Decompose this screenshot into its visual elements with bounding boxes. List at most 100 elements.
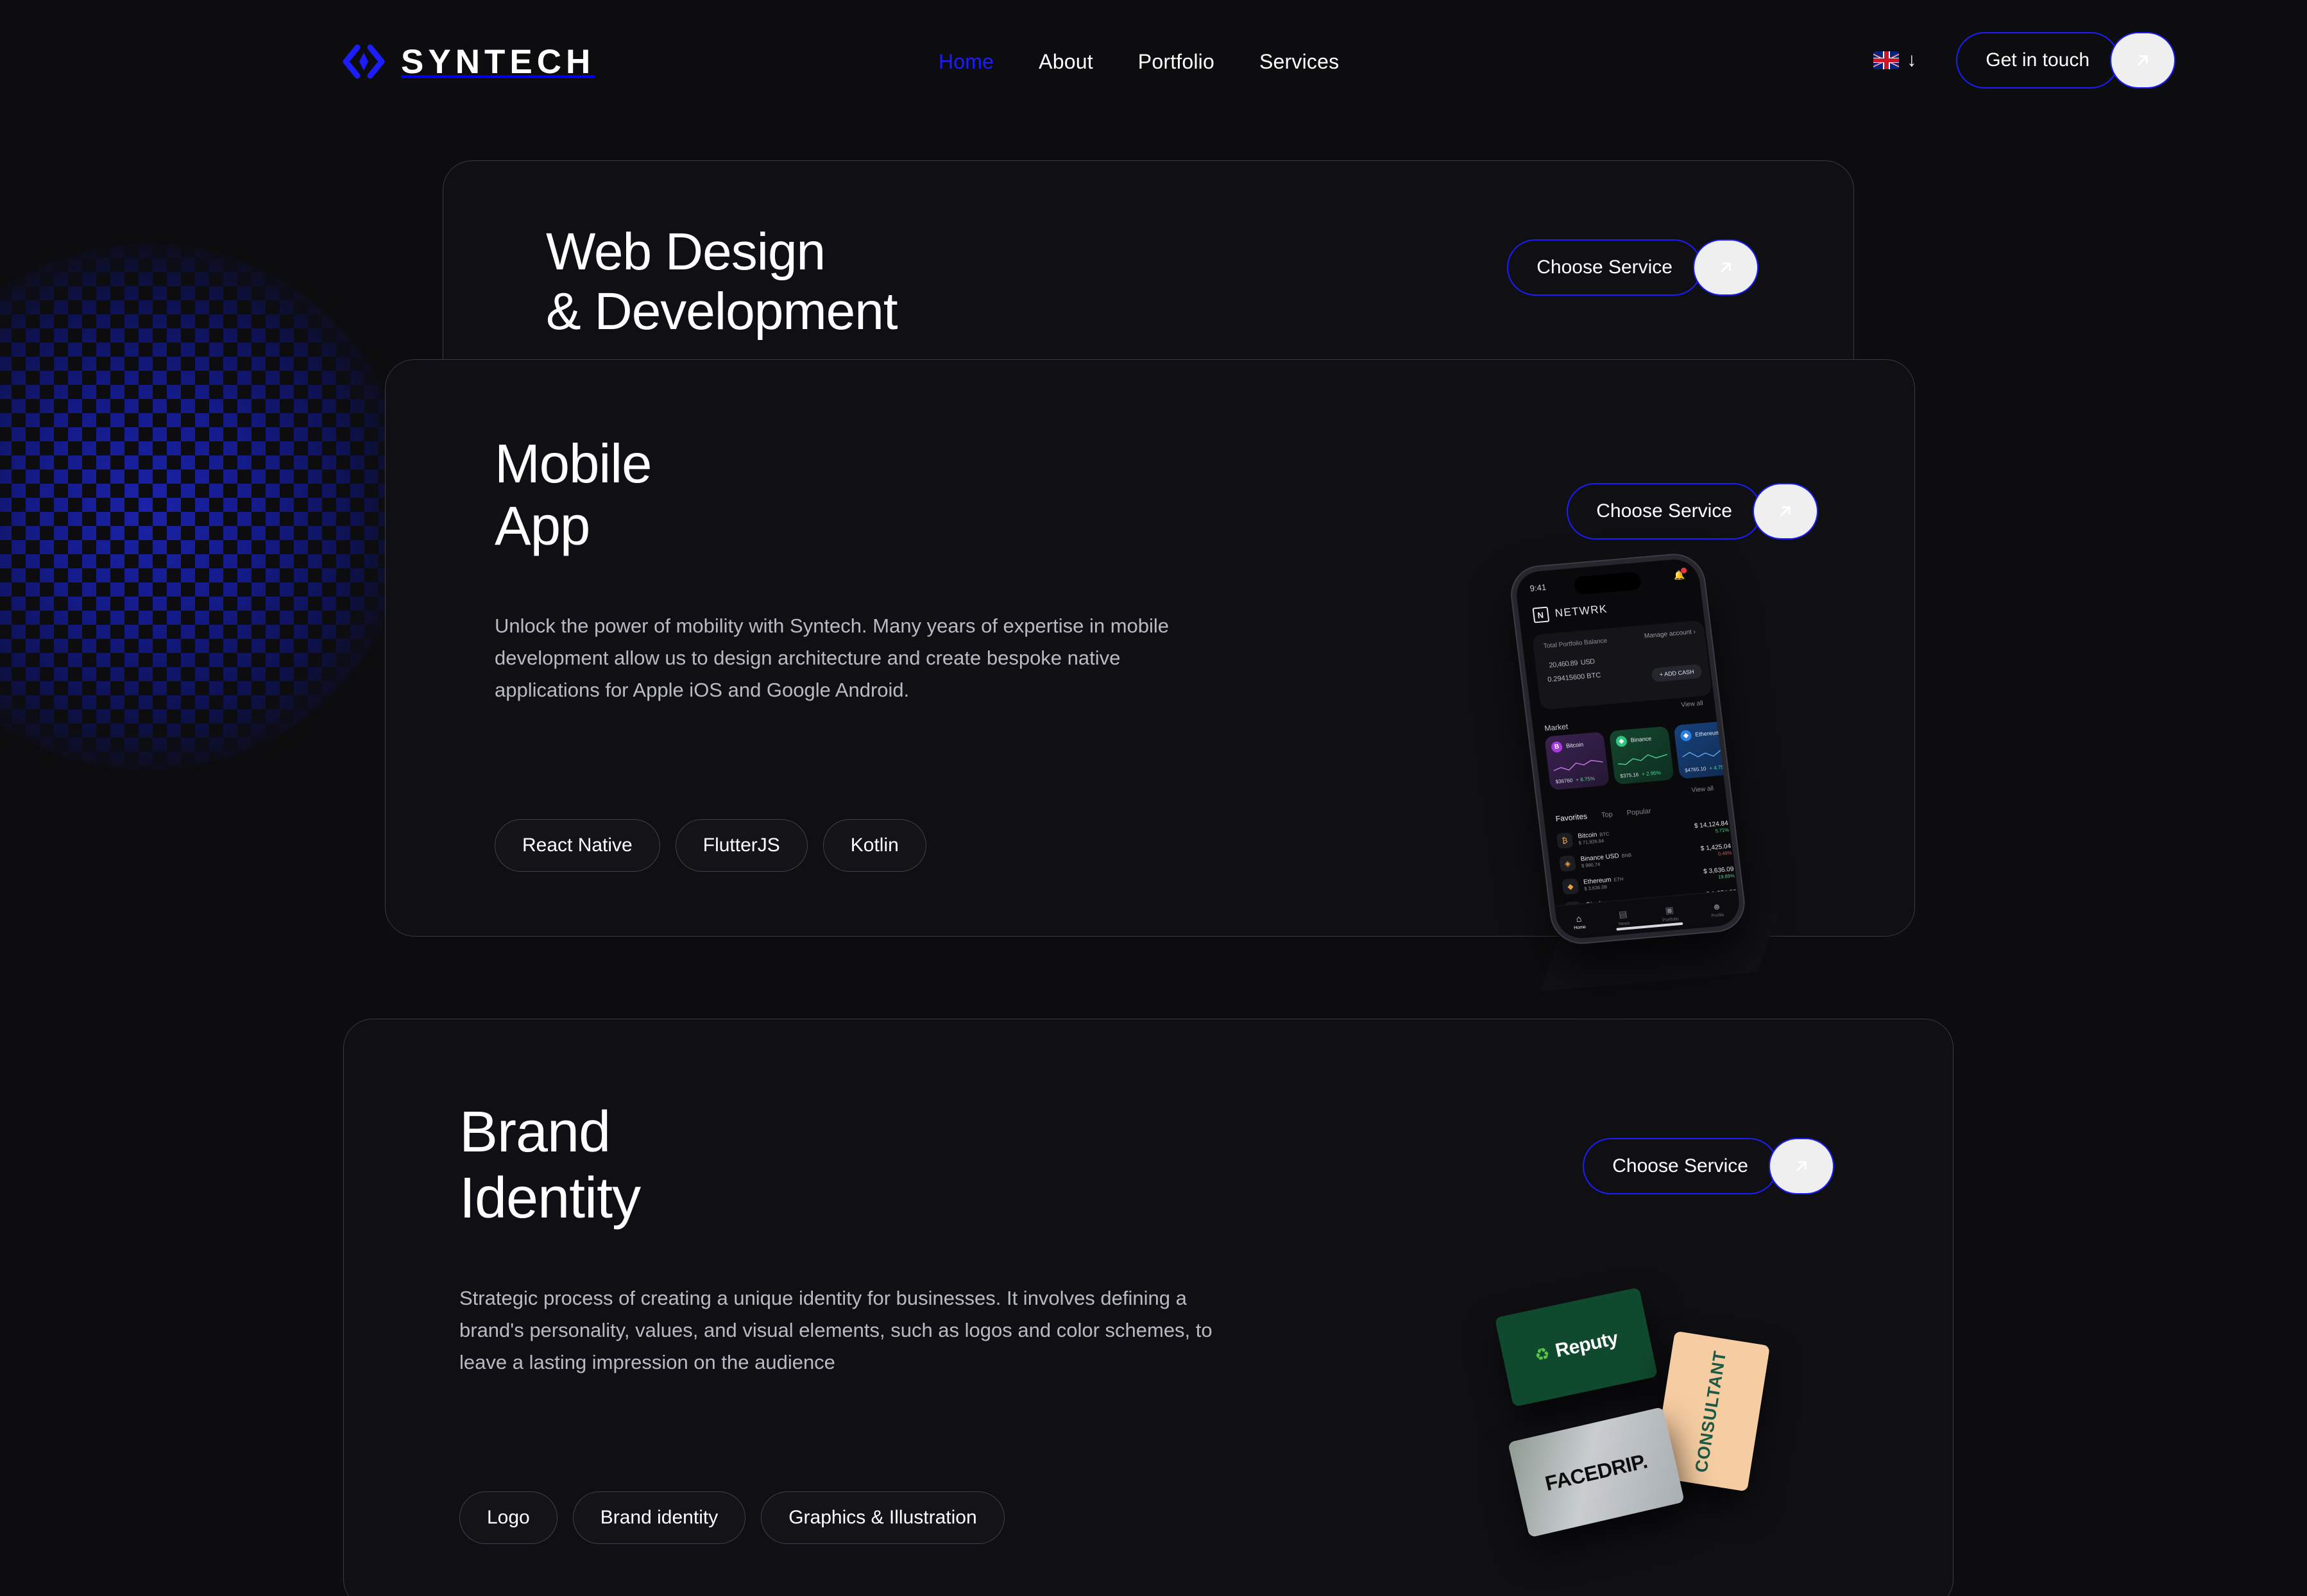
service-tag[interactable]: Logo — [459, 1491, 558, 1544]
phone-nav-home[interactable]: ⌂ Home — [1572, 913, 1586, 930]
phone-nav-portfolio[interactable]: ▣ Portfolio — [1660, 904, 1679, 922]
background-glow — [0, 244, 411, 770]
binance-icon: ◈ — [1615, 735, 1628, 747]
sparkline-chart — [1553, 760, 1603, 772]
service-tag[interactable]: FlutterJS — [675, 819, 808, 872]
market-card[interactable]: ◆ Ethereum $4765.10 + 4.75% — [1673, 720, 1739, 779]
asset-value: $ 3,636.09 19.89% — [1703, 865, 1735, 880]
service-title: Web Design & Development — [546, 222, 898, 342]
asset-name: Bitcoin BTC $ 71,926.84 — [1577, 831, 1610, 846]
market-card-value: $4765.10 + 4.75% — [1684, 763, 1729, 774]
business-card-reputy: ♻ Reputy — [1494, 1287, 1658, 1407]
service-title-line1: Mobile — [495, 434, 652, 495]
business-card-name: Reputy — [1553, 1327, 1620, 1362]
phone-status-time: 9:41 — [1529, 582, 1547, 593]
arrow-up-right-icon — [1716, 258, 1735, 277]
service-cta-group: Choose Service — [1567, 483, 1818, 539]
service-card-brand-identity[interactable]: Brand Identity Strategic process of crea… — [343, 1019, 1954, 1596]
asset-name: Ethereum ETH $ 3,636.09 — [1583, 876, 1624, 892]
background-dot-pattern — [0, 244, 411, 770]
choose-service-button[interactable]: Choose Service — [1507, 239, 1702, 296]
balance-currency: USD — [1580, 658, 1596, 667]
market-card[interactable]: ◈ Binance $375.16 + 2.95% — [1608, 726, 1674, 785]
asset-value: $ 1,425.04 0.49% — [1700, 842, 1732, 857]
chevron-down-icon: ↓ — [1907, 49, 1917, 71]
nav-item-home[interactable]: Home — [916, 50, 1016, 74]
get-in-touch-button[interactable]: Get in touch — [1956, 32, 2119, 89]
business-card-name: CONSULTANT — [1691, 1348, 1730, 1474]
tab-top[interactable]: Top — [1601, 811, 1613, 819]
ethereum-icon: ◆ — [1680, 729, 1692, 742]
choose-service-arrow-button[interactable] — [1693, 239, 1758, 296]
bitcoin-icon: ₿ — [1556, 832, 1574, 849]
bitcoin-icon: B — [1551, 741, 1563, 753]
header-actions: ↓ Get in touch — [1873, 32, 2175, 89]
notification-bell-icon: 🔔 — [1673, 566, 1687, 581]
portfolio-balance-card: Manage account › Total Portfolio Balance… — [1531, 620, 1713, 710]
list-tabs: Favorites Top Popular — [1555, 806, 1651, 824]
arrow-up-right-icon — [1792, 1157, 1811, 1176]
tab-favorites[interactable]: Favorites — [1555, 811, 1588, 823]
market-card-name: Ethereum — [1694, 729, 1721, 738]
market-card-list: B Bitcoin $36760 + 8.75% ◈ Binance $375.1… — [1544, 720, 1739, 791]
service-tag[interactable]: Brand identity — [572, 1491, 746, 1544]
nav-item-services[interactable]: Services — [1237, 50, 1361, 74]
get-in-touch-arrow-button[interactable] — [2110, 32, 2175, 89]
nav-item-about[interactable]: About — [1016, 50, 1116, 74]
choose-service-button[interactable]: Choose Service — [1583, 1138, 1778, 1194]
view-all-link[interactable]: View all — [1681, 700, 1704, 709]
sparkline-chart — [1682, 750, 1733, 758]
business-card-facedrip: FACEDRIP. — [1508, 1407, 1685, 1538]
app-logo-icon: N — [1532, 606, 1550, 624]
service-title-line2: & Development — [546, 282, 898, 341]
service-title: Brand Identity — [459, 1099, 641, 1231]
app-name: NETWRK — [1554, 602, 1608, 620]
choose-service-arrow-button[interactable] — [1753, 483, 1818, 539]
service-card-mobile-app[interactable]: Mobile App Unlock the power of mobility … — [385, 359, 1915, 992]
market-card-value: $36760 + 8.75% — [1555, 776, 1596, 785]
uk-flag-icon — [1873, 51, 1900, 69]
asset-name: Binance USD BNB $ 990.74 — [1580, 852, 1632, 869]
phone-app-brand: N NETWRK — [1532, 602, 1608, 624]
market-card[interactable]: B Bitcoin $36760 + 8.75% — [1544, 731, 1610, 791]
service-tag[interactable]: Graphics & Illustration — [761, 1491, 1005, 1544]
service-description: Strategic process of creating a unique i… — [459, 1287, 1213, 1374]
nav-item-portfolio[interactable]: Portfolio — [1116, 50, 1237, 74]
brand-logo[interactable]: SYNTECH — [342, 40, 595, 83]
phone-status-bar: 9:41 🔔 — [1515, 565, 1699, 598]
service-description: Unlock the power of mobility with Syntec… — [495, 615, 1170, 702]
service-tag[interactable]: React Native — [495, 819, 660, 872]
asset-value: $ 14,124.84 5.71% — [1694, 820, 1730, 834]
arrow-up-right-icon — [2133, 51, 2152, 70]
site-header: SYNTECH Home About Portfolio Services ↓ … — [0, 0, 2307, 128]
tab-popular[interactable]: Popular — [1626, 808, 1651, 817]
service-title-line1: Brand — [459, 1100, 611, 1164]
business-card-name: FACEDRIP. — [1542, 1448, 1649, 1495]
arrow-up-right-icon — [1776, 502, 1795, 521]
main-navigation: Home About Portfolio Services — [916, 50, 1361, 74]
phone-mockup: 9:41 🔔 N NETWRK Manage account › Total P… — [1508, 546, 1826, 992]
language-selector[interactable]: ↓ — [1873, 51, 1916, 70]
code-brackets-diamond-icon — [342, 40, 386, 83]
business-cards-mockup: ♻ Reputy CONSULTANT FACEDRIP. — [1491, 1287, 1825, 1596]
service-title-line2: App — [495, 495, 590, 557]
service-title: Mobile App — [495, 434, 652, 558]
view-all-link[interactable]: View all — [1691, 785, 1714, 794]
balance-amount: 20,460.89 — [1548, 659, 1578, 670]
service-tag-list: React Native FlutterJS Kotlin — [495, 819, 926, 872]
service-title-line2: Identity — [459, 1166, 641, 1230]
market-card-name: Bitcoin — [1565, 741, 1584, 750]
service-tag-list: Logo Brand identity Graphics & Illustrat… — [459, 1491, 1005, 1544]
phone-nav-news[interactable]: ▤ News — [1617, 908, 1630, 926]
market-card-value: $375.16 + 2.95% — [1619, 770, 1662, 779]
market-card-name: Binance — [1630, 735, 1652, 744]
choose-service-arrow-button[interactable] — [1769, 1138, 1834, 1194]
sparkline-chart — [1618, 754, 1668, 765]
choose-service-button[interactable]: Choose Service — [1567, 483, 1762, 539]
ethereum-icon: ◆ — [1562, 878, 1579, 895]
phone-nav-profile[interactable]: ☻ Profile — [1710, 901, 1724, 918]
market-section-label: Market — [1544, 722, 1569, 733]
service-tag[interactable]: Kotlin — [822, 819, 926, 872]
brand-name: SYNTECH — [401, 42, 595, 81]
binance-icon: ◈ — [1559, 855, 1576, 872]
